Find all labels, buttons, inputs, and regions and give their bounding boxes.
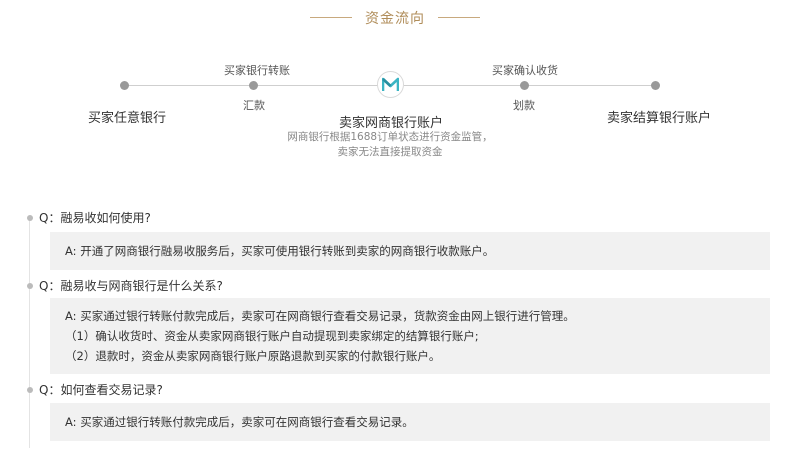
faq-question-2-text: Q：融易收与网商银行是什么关系? [39, 279, 223, 293]
bullet-icon [27, 214, 33, 221]
flow-line-right [404, 85, 656, 86]
node-buyer-bank: 买家任意银行 [88, 111, 167, 126]
faq-question-3: Q：如何查看交易记录? [27, 381, 163, 398]
faq-question-1-text: Q：融易收如何使用? [39, 211, 151, 225]
faq-answer-2: A: 买家通过银行转账付款完成后，卖家可在网商银行查看交易记录，货款资金由网上银… [50, 298, 770, 374]
faq-answer-1: A: 开通了网商银行融易收服务后，买家可使用银行转账到卖家的网商银行收款账户。 [50, 232, 770, 270]
flow-dot-seller-bank [651, 81, 660, 90]
step1-bottom-label: 汇款 [243, 99, 265, 112]
bullet-icon [27, 386, 33, 393]
flow-dot-step1 [249, 81, 258, 90]
center-desc-line1: 网商银行根据1688订单状态进行资金监管， [287, 131, 493, 143]
flow-dot-buyer-bank [120, 81, 129, 90]
faq-question-3-text: Q：如何查看交易记录? [39, 383, 163, 397]
faq-timeline [29, 216, 30, 448]
faq-answer-3: A: 买家通过银行转账付款完成后，卖家可在网商银行查看交易记录。 [50, 403, 770, 441]
fund-flow-diagram: 买家任意银行 买家银行转账 汇款 卖家网商银行账户 网商银行根据1688订单状态… [0, 0, 790, 180]
faq-answer-2-line3: （2）退款时，资金从卖家网商银行账户原路退款到买家的付款银行账户。 [65, 349, 441, 363]
bullet-icon [27, 282, 33, 289]
faq-answer-1-line1: A: 开通了网商银行融易收服务后，买家可使用银行转账到卖家的网商银行收款账户。 [65, 244, 495, 258]
node-seller-settlement-bank: 卖家结算银行账户 [607, 111, 712, 126]
step2-top-label: 买家确认收货 [492, 64, 558, 77]
step1-top-label: 买家银行转账 [224, 64, 290, 77]
faq-answer-2-line2: （1）确认收货时、资金从卖家网商银行账户自动提现到卖家绑定的结算银行账户; [65, 329, 479, 343]
node-seller-mybank: 卖家网商银行账户 [339, 116, 444, 131]
center-description: 网商银行根据1688订单状态进行资金监管， 卖家无法直接提取资金 [260, 130, 520, 160]
mybank-logo-icon [377, 71, 404, 98]
center-desc-line2: 卖家无法直接提取资金 [337, 146, 443, 158]
step2-bottom-label: 划款 [513, 99, 535, 112]
faq-question-1: Q：融易收如何使用? [27, 209, 151, 226]
faq-question-2: Q：融易收与网商银行是什么关系? [27, 277, 223, 294]
flow-dot-step2 [520, 81, 529, 90]
faq-answer-2-line1: A: 买家通过银行转账付款完成后，卖家可在网商银行查看交易记录，货款资金由网上银… [65, 309, 575, 323]
faq-answer-3-line1: A: 买家通过银行转账付款完成后，卖家可在网商银行查看交易记录。 [65, 415, 414, 429]
